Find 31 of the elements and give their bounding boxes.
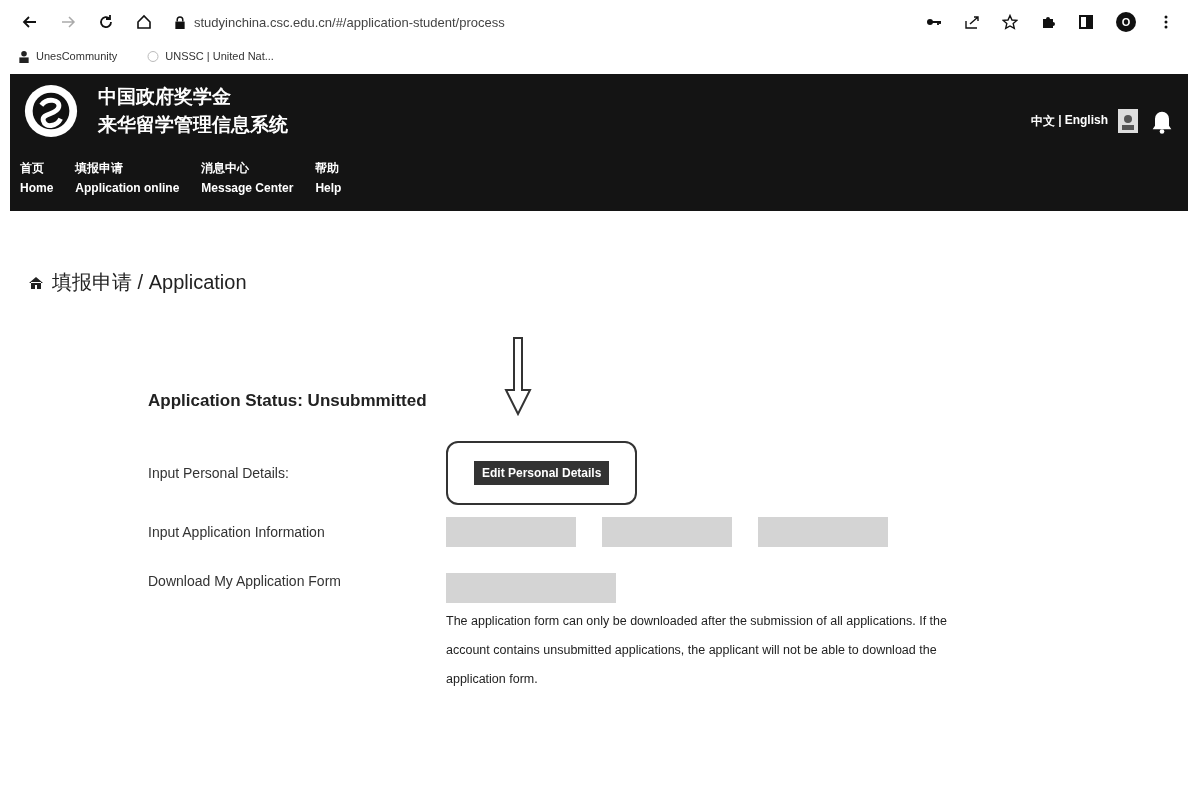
nav-link[interactable]: 首页 Home [20, 158, 54, 198]
separator: | [1058, 112, 1062, 129]
breadcrumb: 填报申请 / Application [52, 270, 247, 295]
site-title: 来华留学管理信息系统 [98, 112, 288, 137]
home-icon[interactable] [136, 14, 152, 30]
lock-icon [174, 15, 186, 29]
sidepanel-icon[interactable] [1078, 14, 1094, 30]
note-text: The application form can only be downloaded after the submission of all applications. If the account contains unsubmitted applications, the applicant will not be able to download the application form. [446, 613, 948, 688]
bookmark-link[interactable]: UnesCommunity [36, 50, 118, 62]
edit-details-button[interactable]: Edit Personal Details [474, 461, 610, 485]
emblem-logo-icon [22, 82, 80, 140]
language-link[interactable]: English [1064, 112, 1108, 130]
puzzle-icon[interactable] [1040, 14, 1056, 30]
row-label: Input Personal Details: [148, 465, 290, 481]
reload-icon[interactable] [98, 14, 114, 30]
nav-link[interactable]: 帮助 Help [315, 158, 342, 198]
home-icon [28, 274, 44, 291]
person-icon [18, 49, 30, 63]
star-icon[interactable] [1002, 14, 1018, 30]
site-title: 中国政府奖学金 [98, 84, 232, 109]
language-link[interactable]: 中文 [1031, 112, 1056, 130]
bookmark-link[interactable]: UNSSC | United Nat... [165, 50, 274, 62]
back-icon[interactable] [22, 14, 38, 30]
application-status: Application Status: Unsubmmitted [148, 391, 427, 411]
address-bar[interactable]: studyinchina.csc.edu.cn/#/application-student/process [194, 14, 505, 30]
profile-avatar[interactable]: O [1116, 12, 1136, 32]
share-icon[interactable] [964, 14, 980, 30]
nav-link[interactable]: 消息中心 Message Center [201, 158, 294, 198]
row-label: Input Application Information [148, 524, 326, 540]
row-label: Download My Application Form [148, 573, 342, 589]
nav-link[interactable]: 填报申请 Application online [75, 158, 180, 198]
